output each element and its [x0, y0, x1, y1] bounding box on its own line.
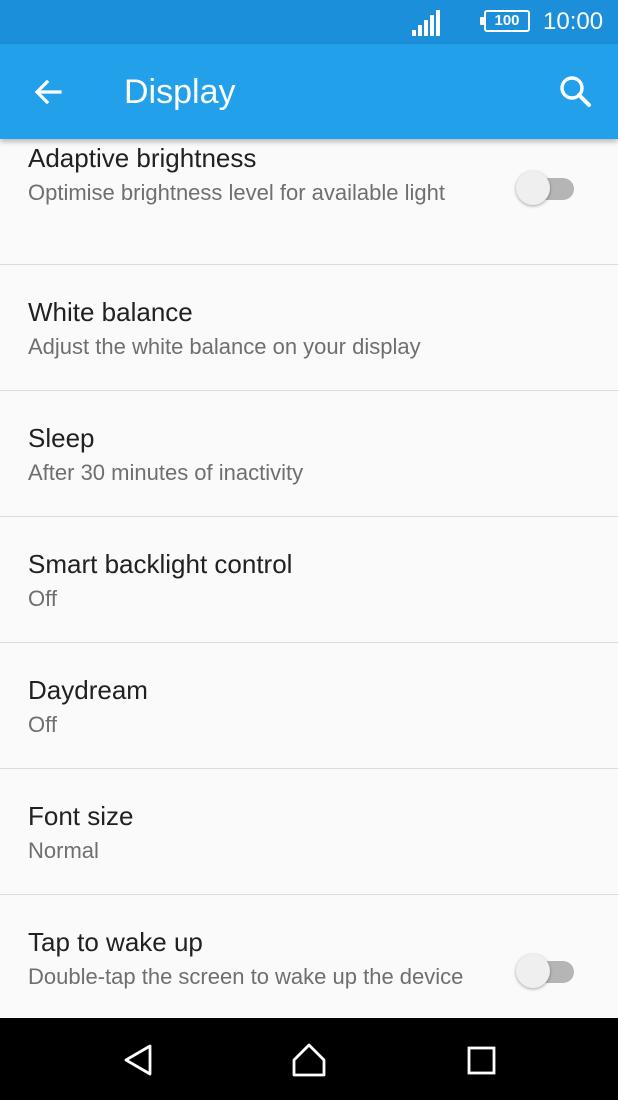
setting-title: Daydream: [28, 675, 148, 705]
tap-to-wake-toggle[interactable]: [516, 953, 576, 989]
toggle-knob: [516, 171, 550, 205]
nav-home-icon[interactable]: [289, 1040, 329, 1080]
battery-icon: 100: [480, 10, 530, 32]
search-icon[interactable]: [554, 70, 598, 114]
setting-smart-backlight[interactable]: Smart backlight control Off: [0, 517, 618, 643]
setting-title: Smart backlight control: [28, 549, 293, 579]
status-bar: 100 10:00: [0, 0, 618, 44]
setting-adaptive-brightness[interactable]: Adaptive brightness Optimise brightness …: [0, 139, 618, 265]
app-bar: Display: [0, 44, 618, 139]
setting-summary: Optimise brightness level for available …: [28, 180, 445, 205]
nav-recents-icon[interactable]: [461, 1040, 501, 1080]
setting-summary: Double-tap the screen to wake up the dev…: [28, 964, 464, 989]
setting-summary: Off: [28, 712, 57, 737]
page-title: Display: [124, 73, 236, 111]
setting-white-balance[interactable]: White balance Adjust the white balance o…: [0, 265, 618, 391]
back-arrow-icon[interactable]: [28, 72, 68, 112]
setting-title: Font size: [28, 801, 134, 831]
setting-title: White balance: [28, 297, 193, 327]
setting-font-size[interactable]: Font size Normal: [0, 769, 618, 895]
setting-summary: Adjust the white balance on your display: [28, 334, 421, 359]
setting-summary: Off: [28, 586, 57, 611]
setting-summary: After 30 minutes of inactivity: [28, 460, 304, 485]
settings-list: Adaptive brightness Optimise brightness …: [0, 139, 618, 1018]
setting-sleep[interactable]: Sleep After 30 minutes of inactivity: [0, 391, 618, 517]
adaptive-brightness-toggle[interactable]: [516, 170, 576, 206]
nav-back-icon[interactable]: [118, 1040, 158, 1080]
setting-title: Tap to wake up: [28, 927, 203, 957]
battery-level: 100: [494, 12, 520, 29]
setting-summary: Normal: [28, 838, 99, 863]
signal-icon: [412, 10, 440, 36]
setting-tap-to-wake[interactable]: Tap to wake up Double-tap the screen to …: [0, 895, 618, 1018]
setting-daydream[interactable]: Daydream Off: [0, 643, 618, 769]
navigation-bar: [0, 1018, 618, 1100]
status-clock: 10:00: [543, 8, 604, 35]
toggle-knob: [516, 954, 550, 988]
setting-title: Adaptive brightness: [28, 143, 257, 173]
setting-title: Sleep: [28, 423, 95, 453]
